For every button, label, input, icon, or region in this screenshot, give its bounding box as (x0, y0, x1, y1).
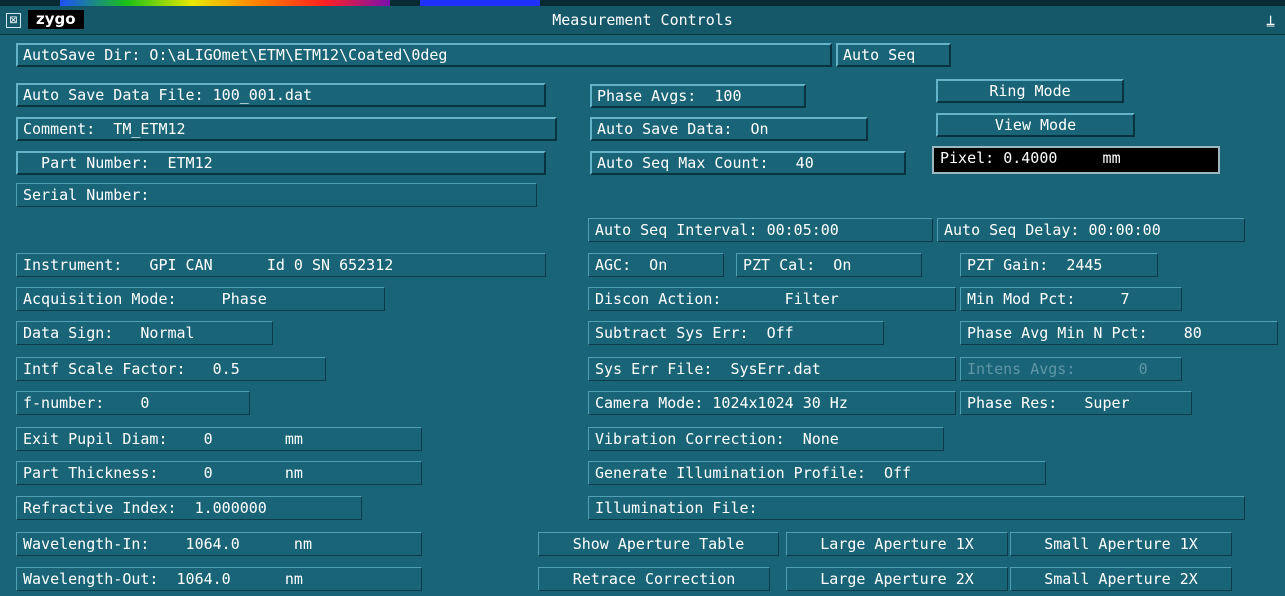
pixel-readout: Pixel: 0.4000 mm (932, 146, 1220, 174)
auto-seq-button[interactable]: Auto Seq (836, 43, 951, 67)
retrace-correction-button[interactable]: Retrace Correction (538, 567, 770, 591)
part-number-field[interactable]: Part Number: ETM12 (16, 151, 546, 175)
discon-action-field[interactable]: Discon Action: Filter (588, 287, 956, 311)
sys-err-file-field[interactable]: Sys Err File: SysErr.dat (588, 357, 956, 381)
window-title: Measurement Controls (552, 11, 733, 29)
small-aperture-2x-button[interactable]: Small Aperture 2X (1010, 567, 1232, 591)
large-aperture-2x-button[interactable]: Large Aperture 2X (786, 567, 1008, 591)
generate-illumination-profile-field[interactable]: Generate Illumination Profile: Off (588, 461, 1046, 485)
vibration-correction-field[interactable]: Vibration Correction: None (588, 427, 944, 451)
large-aperture-1x-button[interactable]: Large Aperture 1X (786, 532, 1008, 556)
pin-icon[interactable]: ⍊ (1266, 11, 1275, 29)
wavelength-in-field[interactable]: Wavelength-In: 1064.0 nm (16, 532, 422, 556)
comment-field[interactable]: Comment: TM_ETM12 (16, 117, 557, 141)
data-sign-field[interactable]: Data Sign: Normal (16, 321, 273, 345)
camera-mode-field[interactable]: Camera Mode: 1024x1024 30 Hz (588, 391, 956, 415)
intens-avgs-field: Intens Avgs: 0 (960, 357, 1182, 381)
agc-field[interactable]: AGC: On (588, 253, 724, 277)
ring-mode-button[interactable]: Ring Mode (936, 79, 1124, 103)
view-mode-button[interactable]: View Mode (936, 113, 1135, 137)
part-thickness-field[interactable]: Part Thickness: 0 nm (16, 461, 422, 485)
subtract-sys-err-field[interactable]: Subtract Sys Err: Off (588, 321, 884, 345)
auto-save-data-file-field[interactable]: Auto Save Data File: 100_001.dat (16, 83, 546, 107)
min-mod-pct-field[interactable]: Min Mod Pct: 7 (960, 287, 1182, 311)
instrument-field[interactable]: Instrument: GPI CAN Id 0 SN 652312 (16, 253, 546, 277)
auto-seq-interval-field[interactable]: Auto Seq Interval: 00:05:00 (588, 218, 933, 242)
phase-avgs-field[interactable]: Phase Avgs: 100 (590, 84, 806, 108)
phase-res-field[interactable]: Phase Res: Super (960, 391, 1192, 415)
show-aperture-table-button[interactable]: Show Aperture Table (538, 532, 779, 556)
exit-pupil-diam-field[interactable]: Exit Pupil Diam: 0 mm (16, 427, 422, 451)
intf-scale-factor-field[interactable]: Intf Scale Factor: 0.5 (16, 357, 326, 381)
serial-number-field[interactable]: Serial Number: (16, 183, 537, 207)
title-bar: ⊠ zygo Measurement Controls ⍊ (0, 6, 1285, 35)
pzt-gain-field[interactable]: PZT Gain: 2445 (960, 253, 1158, 277)
f-number-field[interactable]: f-number: 0 (16, 391, 250, 415)
acquisition-mode-field[interactable]: Acquisition Mode: Phase (16, 287, 385, 311)
refractive-index-field[interactable]: Refractive Index: 1.000000 (16, 496, 362, 520)
auto-seq-max-count-field[interactable]: Auto Seq Max Count: 40 (590, 151, 906, 175)
auto-save-data-field[interactable]: Auto Save Data: On (590, 117, 868, 141)
illumination-file-field[interactable]: Illumination File: (588, 496, 1245, 520)
pzt-cal-field[interactable]: PZT Cal: On (736, 253, 922, 277)
small-aperture-1x-button[interactable]: Small Aperture 1X (1010, 532, 1232, 556)
auto-seq-delay-field[interactable]: Auto Seq Delay: 00:00:00 (937, 218, 1245, 242)
wavelength-out-field[interactable]: Wavelength-Out: 1064.0 nm (16, 567, 422, 591)
autosave-dir-field[interactable]: AutoSave Dir: O:\aLIGOmet\ETM\ETM12\Coat… (16, 43, 832, 67)
phase-avg-min-n-pct-field[interactable]: Phase Avg Min N Pct: 80 (960, 321, 1278, 345)
